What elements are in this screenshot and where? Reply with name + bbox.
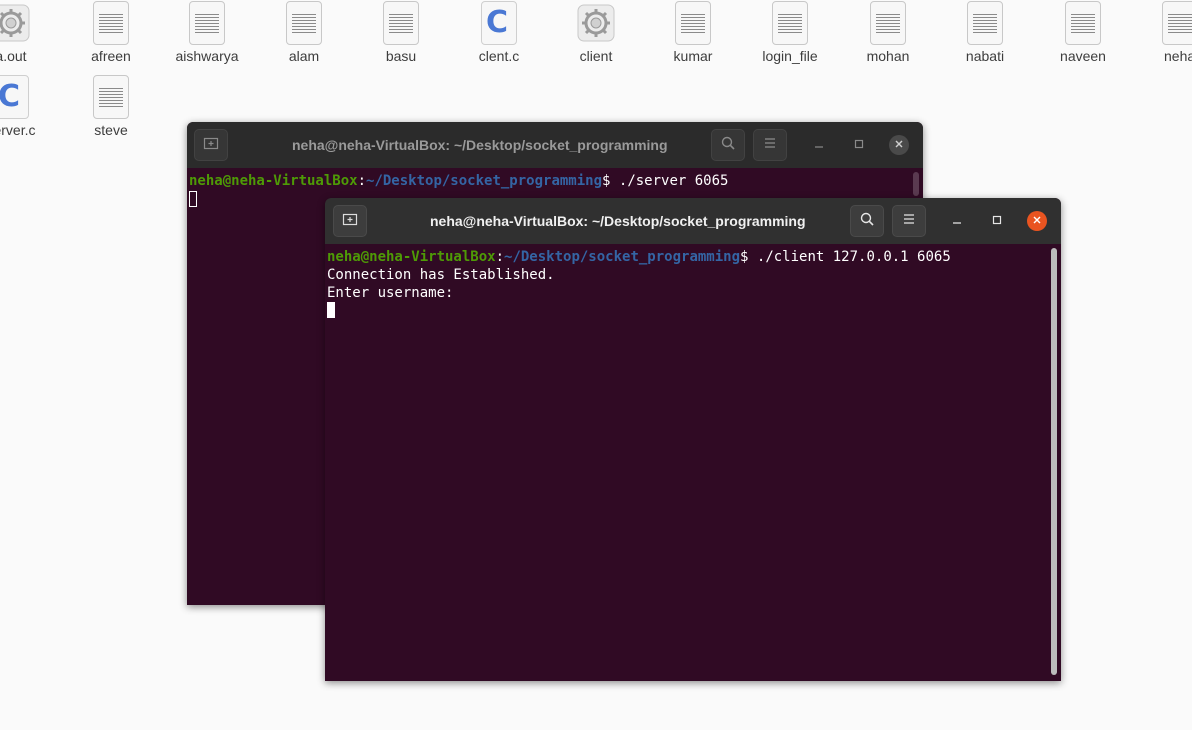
- maximize-button[interactable]: [987, 211, 1007, 231]
- prompt-colon: :: [357, 173, 367, 189]
- desktop-icon-nabati[interactable]: nabati: [940, 0, 1030, 74]
- new-tab-icon: [203, 135, 219, 156]
- desktop-icon-naveen[interactable]: naveen: [1038, 0, 1128, 74]
- client-terminal-titlebar[interactable]: neha@neha-VirtualBox: ~/Desktop/socket_p…: [325, 198, 1061, 244]
- desktop-icon-label: aishwarya: [175, 48, 239, 64]
- prompt-user: neha@neha-VirtualBox: [327, 249, 496, 265]
- maximize-icon: [854, 136, 864, 154]
- text-file-icon: [91, 0, 131, 46]
- desktop-icon-label: a.out: [0, 48, 27, 64]
- minimize-icon: [814, 136, 824, 154]
- desktop-icon-mohan[interactable]: mohan: [843, 0, 933, 74]
- menu-button[interactable]: [753, 129, 787, 161]
- text-file-icon: [673, 0, 713, 46]
- desktop-icon-a-out[interactable]: a.out: [0, 0, 56, 74]
- text-file-icon: [1063, 0, 1103, 46]
- desktop-icon-alam[interactable]: alam: [259, 0, 349, 74]
- hamburger-menu-icon: [902, 212, 916, 230]
- c-source-icon: C: [479, 0, 519, 46]
- terminal-cursor: [189, 191, 197, 207]
- prompt-line: neha@neha-VirtualBox:~/Desktop/socket_pr…: [189, 172, 728, 190]
- desktop-icon-aishwarya[interactable]: aishwarya: [162, 0, 252, 74]
- new-tab-button[interactable]: [333, 205, 367, 237]
- minimize-icon: [952, 212, 962, 230]
- desktop-icon-label: steve: [94, 122, 128, 138]
- desktop-icon-label: mohan: [866, 48, 910, 64]
- search-button[interactable]: [711, 129, 745, 161]
- desktop-icon-label: nabati: [965, 48, 1005, 64]
- text-file-icon: [965, 0, 1005, 46]
- c-source-icon: C: [0, 74, 31, 120]
- desktop-icon-label: login_file: [762, 48, 818, 64]
- text-file-icon: [284, 0, 324, 46]
- desktop-icon-label: neha: [1164, 48, 1192, 64]
- prompt-path: ~/Desktop/socket_programming: [504, 249, 741, 265]
- gear-icon: [0, 0, 31, 46]
- desktop-icon-kumar[interactable]: kumar: [648, 0, 738, 74]
- text-file-icon: [770, 0, 810, 46]
- maximize-icon: [992, 212, 1002, 230]
- text-file-icon: [1160, 0, 1192, 46]
- scrollbar[interactable]: [1051, 248, 1057, 675]
- search-icon: [720, 135, 736, 156]
- prompt-dollar: $: [740, 249, 757, 265]
- desktop-icon-label: client: [579, 48, 613, 64]
- desktop-icon-label: basu: [385, 48, 417, 64]
- desktop-icon-login-file[interactable]: login_file: [745, 0, 835, 74]
- desktop-icon-afreen[interactable]: afreen: [66, 0, 156, 74]
- desktop-icon-label: clent.c: [478, 48, 520, 64]
- c-glyph: C: [485, 4, 509, 40]
- desktop-icon-basu[interactable]: basu: [356, 0, 446, 74]
- desktop-icon-clent-c[interactable]: C clent.c: [454, 0, 544, 74]
- text-file-icon: [868, 0, 908, 46]
- hamburger-menu-icon: [763, 136, 777, 154]
- search-button[interactable]: [850, 205, 884, 237]
- scrollbar[interactable]: [913, 172, 919, 196]
- desktop-icon-neha[interactable]: neha: [1136, 0, 1192, 74]
- desktop-icon-server-c[interactable]: C server.c: [0, 74, 56, 148]
- desktop-icon-client[interactable]: client: [551, 0, 641, 74]
- command-text: ./server 6065: [618, 173, 729, 189]
- window-title: neha@neha-VirtualBox: ~/Desktop/socket_p…: [292, 137, 668, 153]
- client-terminal-output[interactable]: neha@neha-VirtualBox:~/Desktop/socket_pr…: [325, 244, 1061, 681]
- desktop-icon-label: kumar: [673, 48, 713, 64]
- output-line: Connection has Established.: [327, 267, 555, 283]
- text-file-icon: [91, 74, 131, 120]
- new-tab-icon: [342, 211, 358, 232]
- prompt-line: neha@neha-VirtualBox:~/Desktop/socket_pr…: [327, 248, 951, 266]
- text-file-icon: [187, 0, 227, 46]
- close-icon: [1032, 212, 1042, 230]
- desktop-icon-label: naveen: [1060, 48, 1106, 64]
- desktop-icon-label: alam: [288, 48, 320, 64]
- close-button[interactable]: [1027, 211, 1047, 231]
- minimize-button[interactable]: [947, 211, 967, 231]
- menu-button[interactable]: [892, 205, 926, 237]
- text-file-icon: [381, 0, 421, 46]
- search-icon: [859, 211, 875, 232]
- desktop-icon-label: afreen: [91, 48, 131, 64]
- minimize-button[interactable]: [809, 135, 829, 155]
- prompt-path: ~/Desktop/socket_programming: [366, 173, 603, 189]
- gear-icon: [576, 0, 616, 46]
- close-button[interactable]: [889, 135, 909, 155]
- prompt-colon: :: [495, 249, 505, 265]
- terminal-cursor: [327, 302, 335, 318]
- output-line: Enter username:: [327, 285, 454, 301]
- maximize-button[interactable]: [849, 135, 869, 155]
- server-terminal-titlebar[interactable]: neha@neha-VirtualBox: ~/Desktop/socket_p…: [187, 122, 923, 168]
- close-icon: [894, 136, 904, 154]
- prompt-dollar: $: [602, 173, 619, 189]
- window-title: neha@neha-VirtualBox: ~/Desktop/socket_p…: [430, 213, 806, 229]
- desktop-icon-steve[interactable]: steve: [66, 74, 156, 148]
- new-tab-button[interactable]: [194, 129, 228, 161]
- prompt-user: neha@neha-VirtualBox: [189, 173, 358, 189]
- client-terminal-window[interactable]: neha@neha-VirtualBox: ~/Desktop/socket_p…: [325, 198, 1061, 681]
- command-text: ./client 127.0.0.1 6065: [756, 249, 951, 265]
- c-glyph: C: [0, 78, 21, 114]
- desktop-icon-label: server.c: [0, 122, 36, 138]
